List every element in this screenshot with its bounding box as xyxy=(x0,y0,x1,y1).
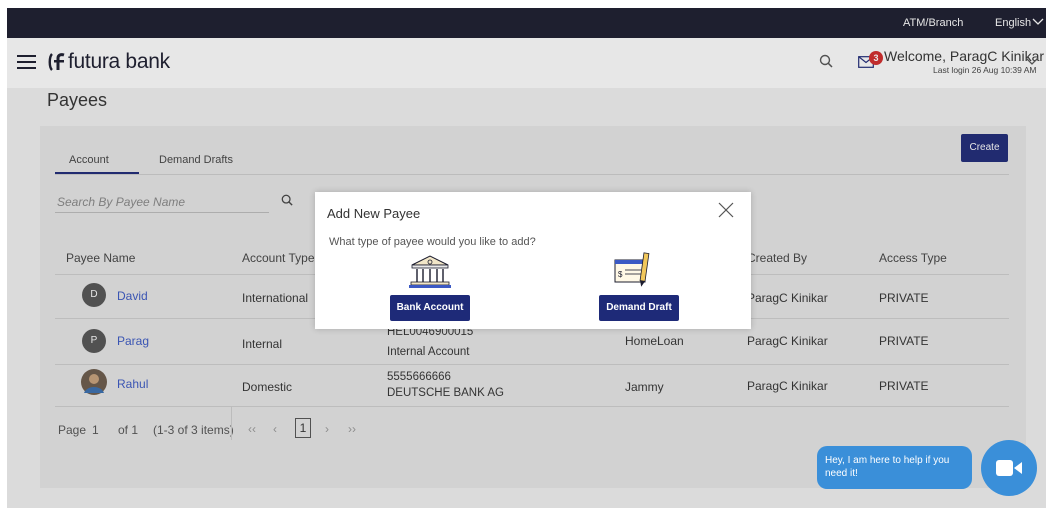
modal-question: What type of payee would you like to add… xyxy=(329,236,536,248)
bank-building-icon[interactable] xyxy=(408,254,452,290)
video-call-button[interactable] xyxy=(981,440,1037,496)
app-frame: ATM/Branch English futura bank 3 Welcome… xyxy=(7,8,1046,508)
chatbot-message: Hey, I am here to help if you need it! xyxy=(825,455,950,479)
svg-text:$: $ xyxy=(618,270,623,279)
chatbot-bubble[interactable]: Hey, I am here to help if you need it! xyxy=(817,446,972,489)
close-icon[interactable] xyxy=(718,202,734,218)
demand-draft-cheque-icon[interactable]: $ xyxy=(613,250,653,290)
add-payee-modal: Add New Payee What type of payee would y… xyxy=(315,192,751,329)
demand-draft-button[interactable]: Demand Draft xyxy=(599,295,679,321)
bank-account-button[interactable]: Bank Account xyxy=(390,295,470,321)
video-camera-icon xyxy=(996,460,1022,476)
modal-title: Add New Payee xyxy=(327,206,421,221)
